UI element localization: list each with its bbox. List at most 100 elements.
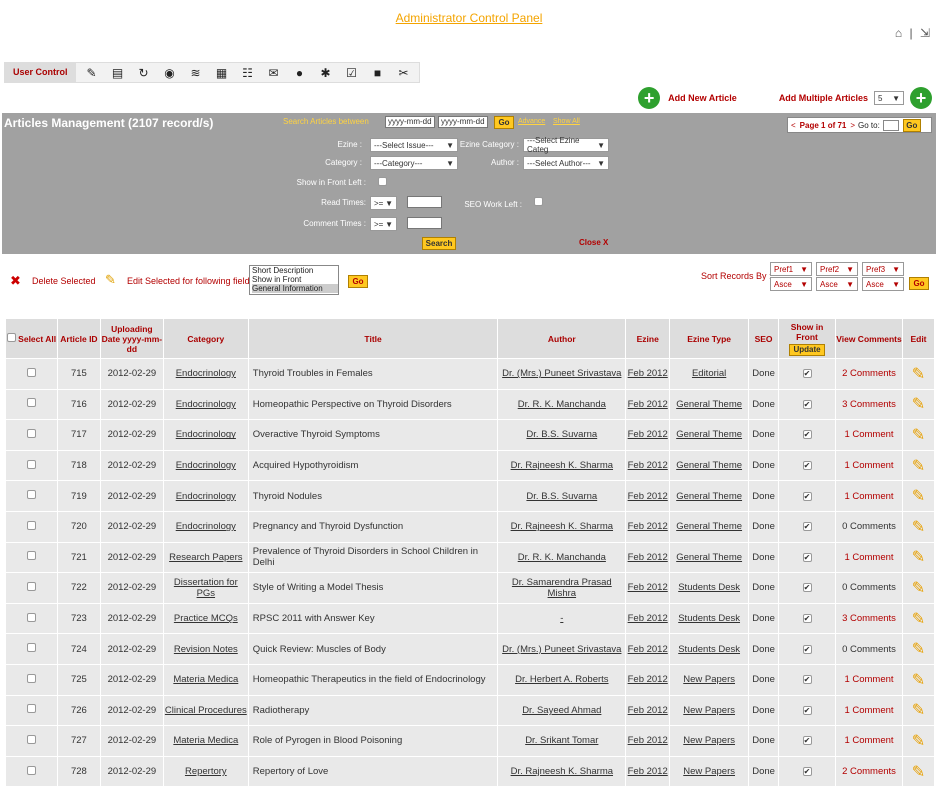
layers-icon[interactable]: ≋ [186, 65, 206, 81]
edit-pencil-icon[interactable]: ✎ [912, 578, 925, 598]
seo-checkbox[interactable] [534, 197, 543, 206]
date-go-button[interactable]: Go [494, 116, 514, 129]
select-all-header[interactable]: Select All [5, 318, 58, 359]
users-icon[interactable]: ☷ [238, 65, 258, 81]
view-comments-link[interactable]: 1 Comment [844, 429, 893, 440]
search-button[interactable]: Search [422, 237, 456, 250]
ezine-link[interactable]: Feb 2012 [628, 644, 668, 655]
edit-fields-listbox[interactable]: Short Description Show in Front General … [249, 265, 339, 295]
show-front-checkbox[interactable] [802, 430, 812, 440]
row-select-checkbox[interactable] [26, 643, 36, 653]
sort-order1-select[interactable]: Asce ▼ [770, 277, 812, 291]
category-link[interactable]: Dissertation for PGs [174, 577, 238, 599]
author-link[interactable]: Dr. Srikant Tomar [525, 735, 598, 746]
ezine-type-link[interactable]: Students Desk [678, 582, 740, 593]
category-link[interactable]: Endocrinology [176, 491, 236, 502]
next-page-icon[interactable]: > [850, 121, 855, 130]
ezine-type-link[interactable]: Students Desk [678, 613, 740, 624]
edit-pencil-icon[interactable]: ✎ [912, 517, 925, 537]
show-front-checkbox[interactable] [802, 767, 812, 777]
ezine-type-link[interactable]: Students Desk [678, 644, 740, 655]
ezine-link[interactable]: Feb 2012 [628, 368, 668, 379]
date-to-input[interactable]: yyyy-mm-dd [438, 116, 488, 128]
author-link[interactable]: Dr. R. K. Manchanda [518, 399, 606, 410]
delete-selected-link[interactable]: Delete Selected [32, 276, 96, 286]
view-comments-link[interactable]: 2 Comments [842, 766, 896, 777]
row-select-checkbox[interactable] [26, 428, 36, 438]
author-link[interactable]: Dr. Samarendra Prasad Mishra [512, 577, 612, 599]
show-front-checkbox[interactable] [802, 552, 812, 562]
add-multiple-articles-link[interactable]: Add Multiple Articles [779, 93, 868, 103]
category-link[interactable]: Revision Notes [174, 644, 238, 655]
comment-op-select[interactable]: >= ▼ [370, 217, 397, 231]
bus-icon[interactable]: ■ [368, 65, 388, 81]
gear-icon[interactable]: ✱ [316, 65, 336, 81]
view-comments-link[interactable]: 2 Comments [842, 368, 896, 379]
sort-go-button[interactable]: Go [909, 277, 929, 290]
author-link[interactable]: Dr. Rajneesh K. Sharma [511, 521, 613, 532]
ezine-link[interactable]: Feb 2012 [628, 552, 668, 563]
category-link[interactable]: Materia Medica [173, 735, 238, 746]
show-front-checkbox[interactable] [802, 736, 812, 746]
category-link[interactable]: Endocrinology [176, 429, 236, 440]
row-select-checkbox[interactable] [26, 490, 36, 500]
ezine-link[interactable]: Feb 2012 [628, 521, 668, 532]
ezine-link[interactable]: Feb 2012 [628, 766, 668, 777]
view-comments-link[interactable]: 0 Comments [842, 521, 896, 532]
advance-link[interactable]: Advance [518, 118, 545, 125]
refresh-icon[interactable]: ↻ [134, 65, 154, 81]
category-link[interactable]: Clinical Procedures [165, 705, 247, 716]
logout-icon[interactable]: ⇲ [920, 26, 930, 40]
ezine-type-link[interactable]: New Papers [683, 766, 735, 777]
show-front-checkbox[interactable] [802, 522, 812, 532]
goto-input[interactable] [882, 119, 899, 131]
article-count-select[interactable]: 5 ▼ [874, 91, 904, 105]
edit-pencil-icon[interactable]: ✎ [912, 670, 925, 690]
delete-icon[interactable]: ✖ [10, 273, 21, 289]
ezine-link[interactable]: Feb 2012 [628, 705, 668, 716]
edit-pencil-icon[interactable]: ✎ [912, 456, 925, 476]
row-select-checkbox[interactable] [26, 734, 36, 744]
author-link[interactable]: Dr. Rajneesh K. Sharma [511, 766, 613, 777]
ezine-type-link[interactable]: General Theme [676, 429, 742, 440]
view-comments-link[interactable]: 1 Comment [844, 491, 893, 502]
update-button[interactable]: Update [789, 343, 825, 356]
prev-page-icon[interactable]: < [791, 121, 796, 130]
row-select-checkbox[interactable] [26, 398, 36, 408]
category-link[interactable]: Endocrinology [176, 521, 236, 532]
edit-pencil-icon[interactable]: ✎ [912, 639, 925, 659]
sort-pref3-select[interactable]: Pref3 ▼ [862, 262, 904, 276]
ezine-link[interactable]: Feb 2012 [628, 460, 668, 471]
ezine-type-link[interactable]: General Theme [676, 460, 742, 471]
user-control-tab[interactable]: User Control [5, 63, 76, 82]
show-front-checkbox[interactable] [802, 399, 812, 409]
ezine-type-link[interactable]: General Theme [676, 521, 742, 532]
book-icon[interactable]: ▤ [108, 65, 128, 81]
category-link[interactable]: Endocrinology [176, 368, 236, 379]
ezine-link[interactable]: Feb 2012 [628, 735, 668, 746]
sort-pref2-select[interactable]: Pref2 ▼ [816, 262, 858, 276]
view-comments-link[interactable]: 0 Comments [842, 644, 896, 655]
checklist-icon[interactable]: ☑ [342, 65, 362, 81]
ezine-link[interactable]: Feb 2012 [628, 491, 668, 502]
author-link[interactable]: Dr. Herbert A. Roberts [515, 674, 608, 685]
ezine-type-link[interactable]: General Theme [676, 399, 742, 410]
edit-pencil-icon[interactable]: ✎ [912, 547, 925, 567]
close-panel-link[interactable]: Close X [579, 238, 608, 247]
row-select-checkbox[interactable] [26, 581, 36, 591]
read-times-input[interactable] [407, 196, 442, 208]
select-all-checkbox[interactable] [6, 333, 16, 342]
sort-order2-select[interactable]: Asce ▼ [816, 277, 858, 291]
date-from-input[interactable]: yyyy-mm-dd [385, 116, 435, 128]
home-icon[interactable]: ⌂ [895, 26, 902, 40]
view-comments-link[interactable]: 3 Comments [842, 613, 896, 624]
globe-icon[interactable]: ◉ [160, 65, 180, 81]
category-link[interactable]: Endocrinology [176, 460, 236, 471]
add-new-article-icon[interactable]: + [638, 87, 661, 109]
author-link[interactable]: Dr. B.S. Suvarna [526, 491, 597, 502]
view-comments-link[interactable]: 1 Comment [844, 735, 893, 746]
ezine-link[interactable]: Feb 2012 [628, 429, 668, 440]
page-title[interactable]: Administrator Control Panel [0, 11, 938, 25]
coins-icon[interactable]: ● [290, 65, 310, 81]
edit-pencil-icon[interactable]: ✎ [912, 762, 925, 782]
